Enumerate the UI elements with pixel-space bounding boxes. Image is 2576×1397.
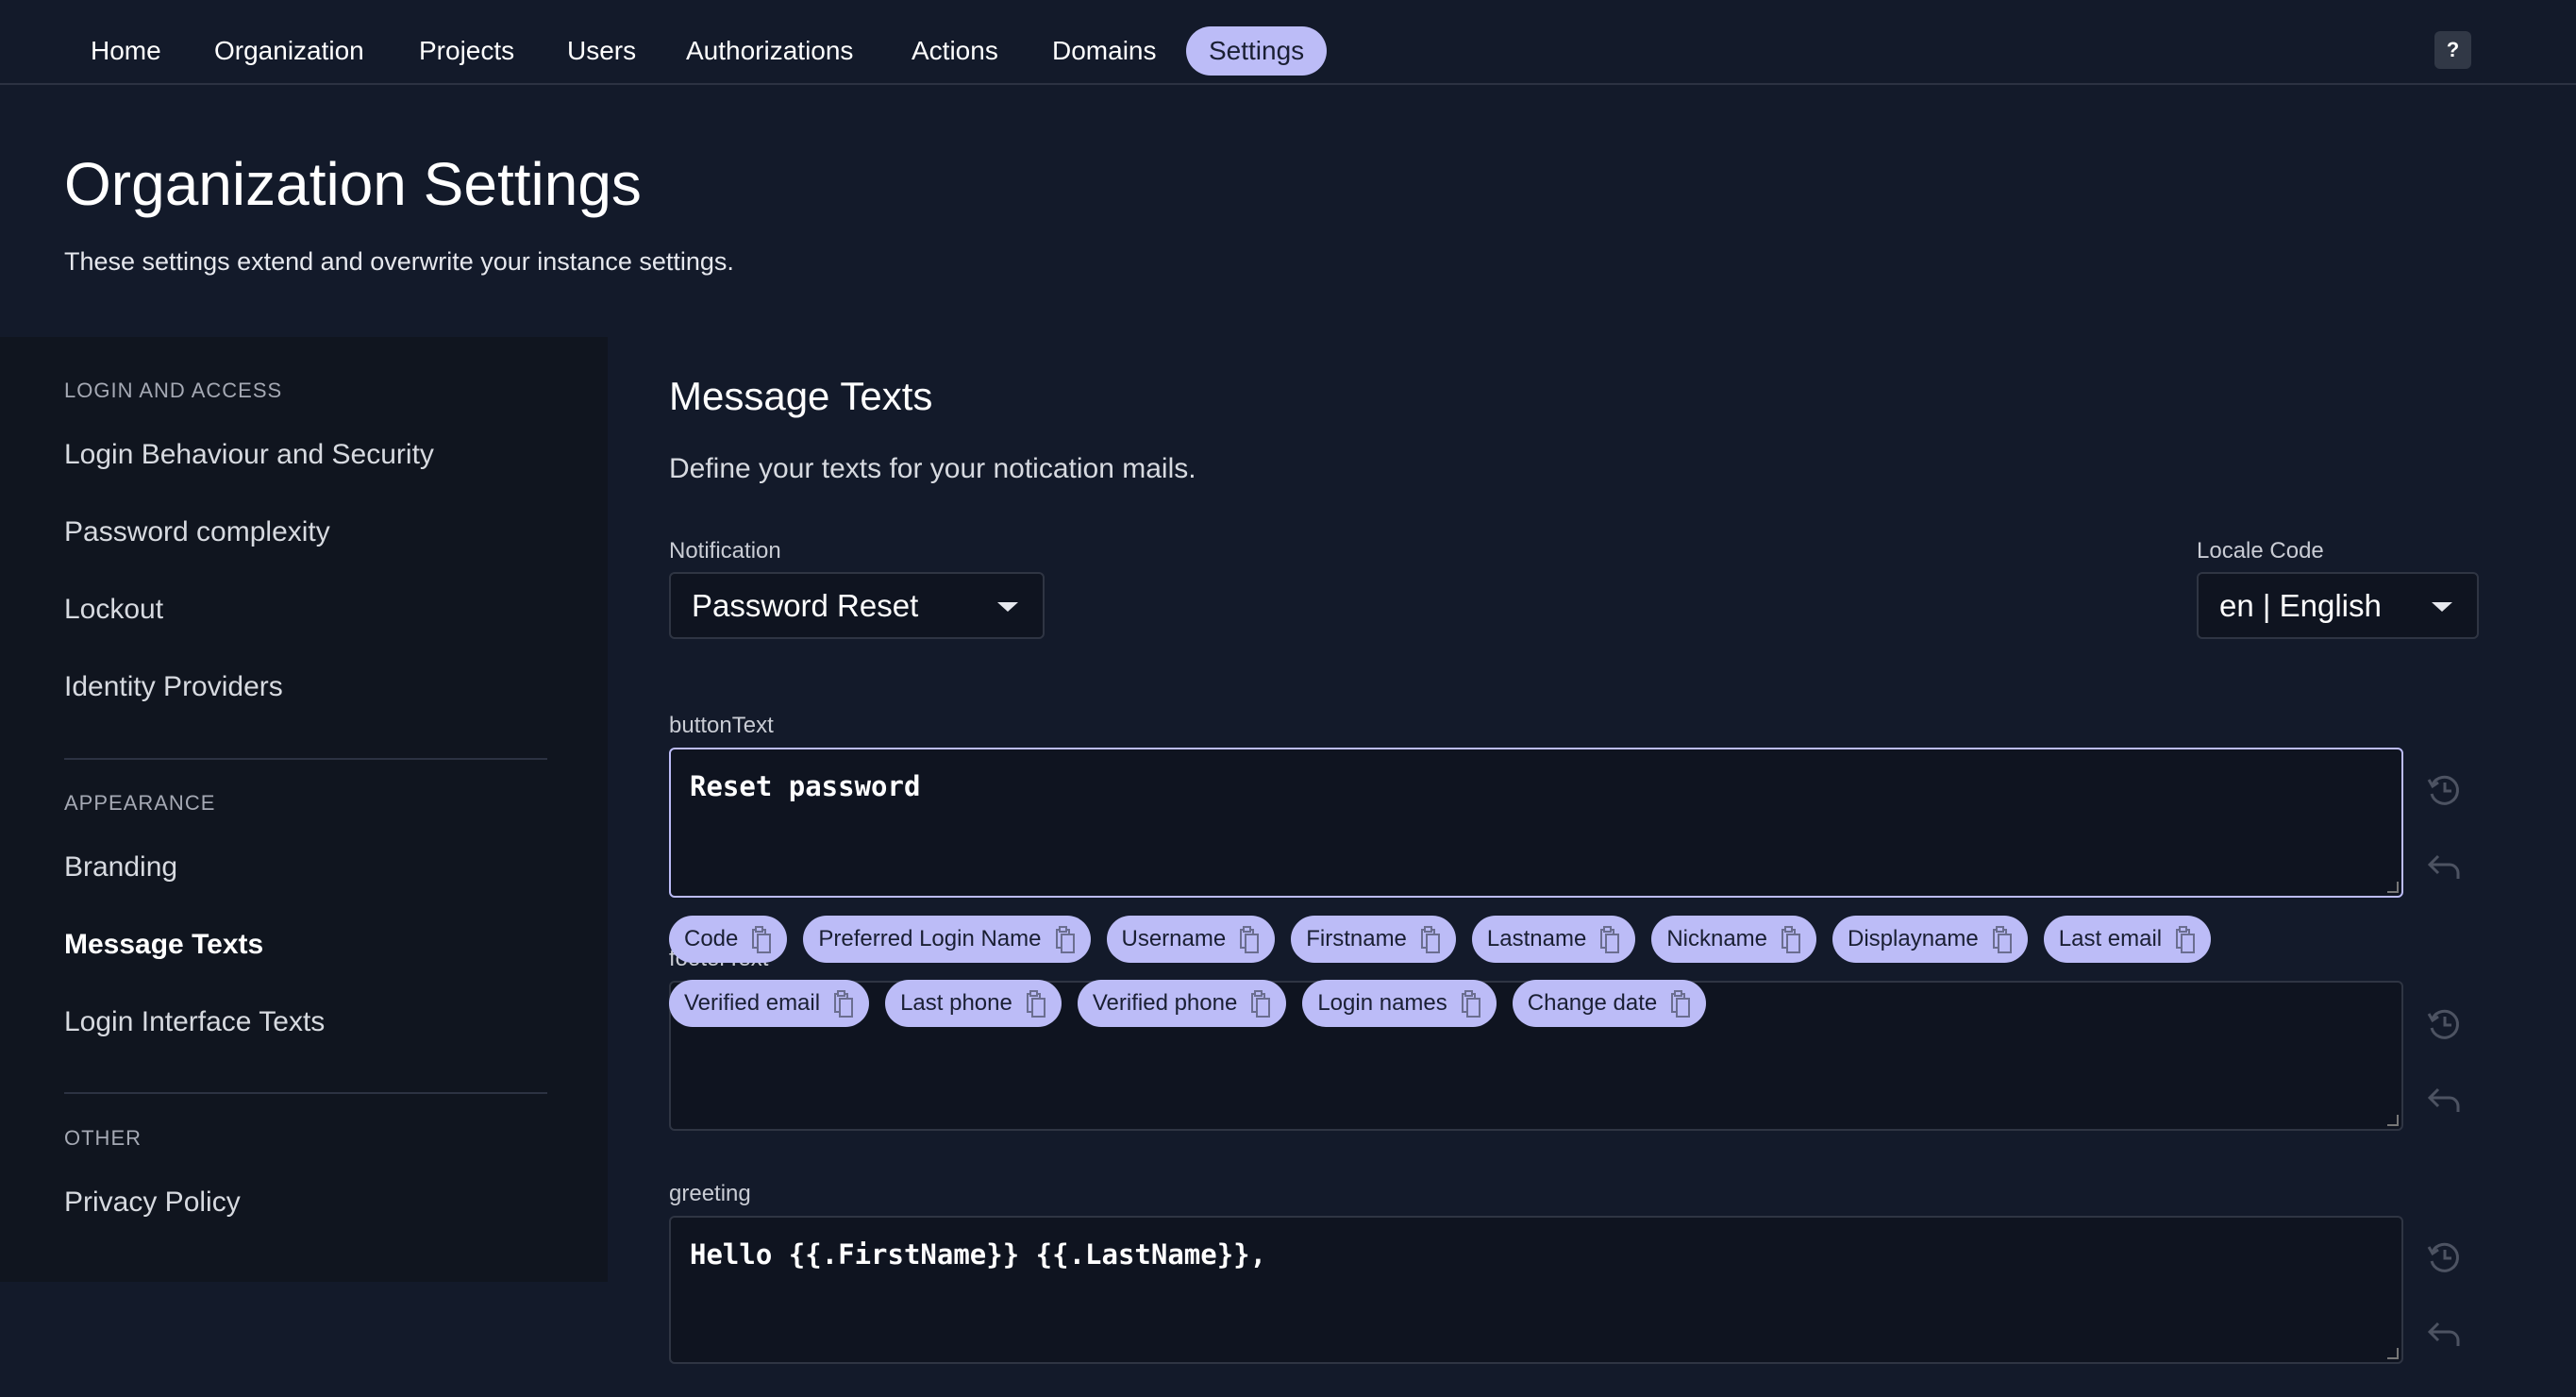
nav-home[interactable]: Home [68, 26, 184, 76]
divider [64, 758, 547, 760]
chip-label: Preferred Login Name [818, 926, 1042, 951]
greeting-textarea[interactable]: Hello {{.FirstName}} {{.LastName}}, [669, 1216, 2403, 1364]
history-icon[interactable] [2425, 1005, 2463, 1043]
nav-domains[interactable]: Domains [1029, 26, 1179, 76]
copy-icon [752, 926, 772, 953]
reset-icon[interactable] [2425, 1082, 2463, 1119]
history-icon[interactable] [2425, 771, 2463, 809]
copy-icon [1055, 926, 1075, 953]
placeholder-chip[interactable]: Lastname [1471, 916, 1636, 963]
chip-label: Login names [1317, 990, 1447, 1016]
notification-select[interactable]: Password Reset [669, 572, 1045, 639]
chip-label: Change date [1527, 990, 1658, 1016]
nav-projects[interactable]: Projects [396, 26, 537, 76]
nav-organization[interactable]: Organization [192, 26, 387, 76]
placeholder-chip[interactable]: Login names [1302, 980, 1497, 1027]
placeholder-chip[interactable]: Username [1106, 916, 1276, 963]
section-title: Message Texts [669, 374, 933, 418]
chip-label: Firstname [1306, 926, 1407, 951]
nav-actions[interactable]: Actions [889, 26, 1021, 76]
sidebar-item-privacy-policy[interactable]: Privacy Policy [64, 1187, 241, 1219]
buttontext-value: Reset password [690, 770, 921, 802]
nav-authorizations[interactable]: Authorizations [663, 26, 876, 76]
notification-value: Password Reset [692, 588, 919, 623]
locale-select[interactable]: en | English [2197, 572, 2479, 639]
nav-users[interactable]: Users [544, 26, 659, 76]
placeholder-chip[interactable]: Displayname [1832, 916, 2028, 963]
sidebar-item-message-texts[interactable]: Message Texts [64, 929, 263, 961]
divider [64, 1092, 547, 1094]
copy-icon [2176, 926, 2196, 953]
chip-label: Nickname [1666, 926, 1768, 951]
settings-sidebar: LOGIN AND ACCESS Login Behaviour and Sec… [0, 337, 608, 1282]
section-other: OTHER [64, 1126, 142, 1150]
field-label-buttontext: buttonText [669, 713, 774, 738]
copy-icon [1671, 990, 1691, 1018]
placeholder-chips-row: Verified email Last phone Verified phone Lo… [669, 980, 1707, 1027]
sidebar-item-login-interface-texts[interactable]: Login Interface Texts [64, 1006, 325, 1038]
placeholder-chip[interactable]: Code [669, 916, 788, 963]
page-title: Organization Settings [64, 150, 642, 218]
copy-icon [834, 990, 854, 1018]
sidebar-item-branding[interactable]: Branding [64, 851, 177, 884]
chip-label: Last email [2058, 926, 2163, 951]
sidebar-item-lockout[interactable]: Lockout [64, 594, 163, 626]
copy-icon [1420, 926, 1440, 953]
section-appearance: APPEARANCE [64, 791, 216, 815]
copy-icon [1461, 990, 1480, 1018]
buttontext-textarea[interactable]: Reset password [669, 748, 2403, 898]
help-button[interactable]: ? [2434, 31, 2471, 69]
chip-label: Verified email [684, 990, 821, 1016]
chip-label: Last phone [900, 990, 1012, 1016]
chevron-down-icon [997, 602, 1018, 612]
placeholder-chip[interactable]: Last email [2043, 916, 2212, 963]
reset-icon[interactable] [2425, 849, 2463, 886]
placeholder-chip[interactable]: Nickname [1651, 916, 1817, 963]
chip-label: Lastname [1486, 926, 1587, 951]
placeholder-chip[interactable]: Firstname [1291, 916, 1456, 963]
chevron-down-icon [2432, 602, 2452, 612]
nav-settings[interactable]: Settings [1186, 26, 1328, 76]
sidebar-item-password-complexity[interactable]: Password complexity [64, 516, 330, 548]
placeholder-chip[interactable]: Verified phone [1077, 980, 1287, 1027]
section-description: Define your texts for your notication ma… [669, 453, 1196, 484]
resize-handle[interactable] [2387, 1115, 2399, 1126]
placeholder-chip[interactable]: Change date [1512, 980, 1707, 1027]
placeholder-chip[interactable]: Preferred Login Name [803, 916, 1091, 963]
notification-label: Notification [669, 538, 781, 564]
copy-icon [1781, 926, 1801, 953]
section-login-access: LOGIN AND ACCESS [64, 379, 283, 402]
sidebar-item-login-behaviour[interactable]: Login Behaviour and Security [64, 439, 434, 471]
chip-label: Username [1121, 926, 1227, 951]
locale-value: en | English [2219, 588, 2382, 623]
chip-label: Verified phone [1092, 990, 1238, 1016]
history-icon[interactable] [2425, 1238, 2463, 1276]
copy-icon [1992, 926, 2012, 953]
copy-icon [1026, 990, 1045, 1018]
top-nav: Home Organization Projects Users Authori… [0, 0, 2576, 85]
copy-icon [1240, 926, 1260, 953]
resize-handle[interactable] [2387, 1348, 2399, 1359]
placeholder-chip[interactable]: Verified email [669, 980, 870, 1027]
sidebar-item-identity-providers[interactable]: Identity Providers [64, 671, 283, 703]
copy-icon [1251, 990, 1271, 1018]
chip-label: Displayname [1848, 926, 1979, 951]
greeting-value: Hello {{.FirstName}} {{.LastName}}, [690, 1238, 1267, 1271]
field-label-greeting: greeting [669, 1181, 751, 1206]
locale-label: Locale Code [2197, 538, 2324, 564]
chip-label: Code [684, 926, 739, 951]
resize-handle[interactable] [2387, 882, 2399, 893]
copy-icon [1600, 926, 1620, 953]
reset-icon[interactable] [2425, 1316, 2463, 1354]
placeholder-chip[interactable]: Last phone [885, 980, 1062, 1027]
placeholder-chips-row: Code Preferred Login Name Username Firstnam… [669, 916, 2212, 963]
page-subtitle: These settings extend and overwrite your… [64, 247, 734, 276]
